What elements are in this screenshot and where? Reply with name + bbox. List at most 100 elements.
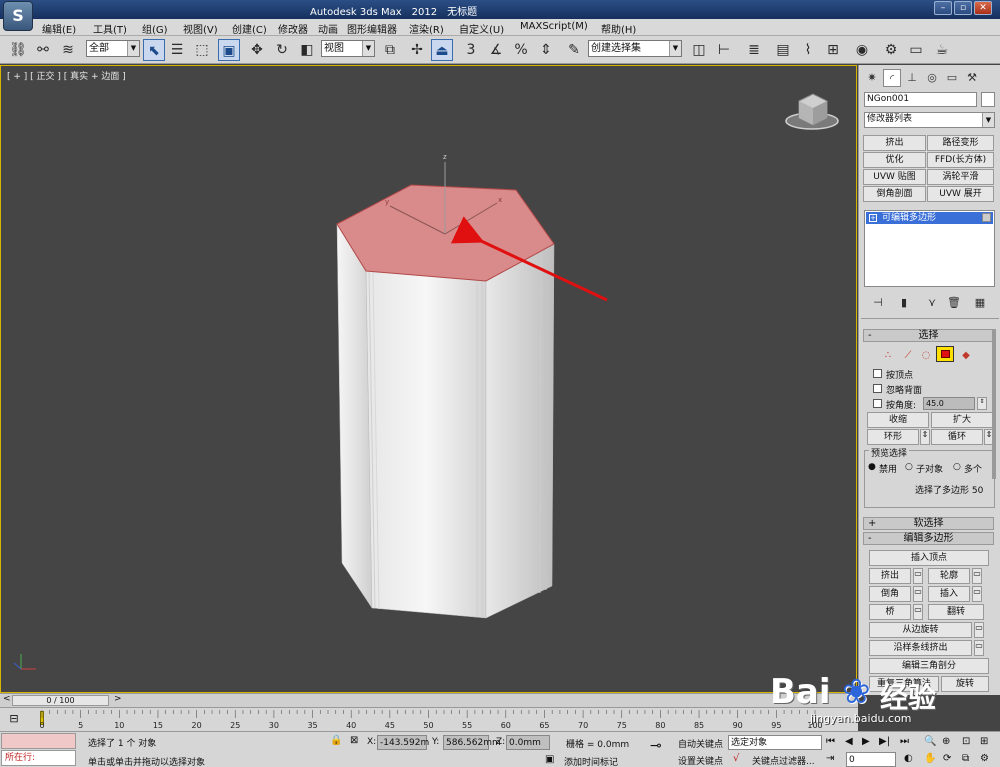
- schematic-view-icon[interactable]: ⊞: [822, 39, 844, 61]
- curve-editor-icon[interactable]: ⌇: [797, 39, 819, 61]
- remove-modifier-icon[interactable]: 🗑: [943, 292, 965, 314]
- mod-bevel-profile-button[interactable]: 倒角剖面: [863, 186, 926, 202]
- viewcube-icon[interactable]: [785, 93, 839, 130]
- current-frame-field[interactable]: 0: [846, 752, 896, 767]
- key-mode-icon[interactable]: ⇥: [826, 753, 834, 764]
- by-vertex-checkbox[interactable]: [873, 369, 882, 378]
- modifier-stack[interactable]: + 可编辑多边形: [864, 210, 995, 287]
- zoom-extents-all-icon[interactable]: ⊞: [980, 736, 988, 747]
- key-filters-button[interactable]: 关键点过滤器...: [752, 754, 815, 767]
- mod-turbosmooth-button[interactable]: 涡轮平滑: [927, 169, 994, 185]
- material-editor-icon[interactable]: ◉: [851, 39, 873, 61]
- polygon-mode-icon[interactable]: [936, 346, 954, 362]
- reference-coord-select[interactable]: 视图 ▼: [321, 40, 375, 57]
- selection-filter-select[interactable]: 全部 ▼: [86, 40, 140, 57]
- preview-off-radio[interactable]: ●: [868, 462, 876, 472]
- time-slider[interactable]: < 0 / 100 >: [0, 693, 858, 707]
- motion-tab-icon[interactable]: ◎: [923, 69, 941, 87]
- selected-object-select[interactable]: 选定对象: [728, 735, 822, 750]
- y-coordinate-field[interactable]: 586.562mm: [443, 735, 501, 750]
- angle-value-field[interactable]: 45.0: [923, 397, 975, 410]
- hierarchy-tab-icon[interactable]: ⊥: [903, 69, 921, 87]
- go-to-end-icon[interactable]: ⏭: [900, 736, 909, 747]
- mod-path-deform-button[interactable]: 路径变形: [927, 135, 994, 151]
- z-coordinate-field[interactable]: 0.0mm: [506, 735, 550, 750]
- mod-uvw-map-button[interactable]: UVW 贴图: [863, 169, 926, 185]
- mod-unwrap-uvw-button[interactable]: UVW 展开: [927, 186, 994, 202]
- pivot-center-icon[interactable]: ⧉: [379, 39, 401, 61]
- outline-button[interactable]: 轮廓: [928, 568, 970, 584]
- utilities-tab-icon[interactable]: ⚒: [963, 69, 981, 87]
- lock-selection-icon[interactable]: 🔒: [330, 735, 342, 746]
- object-name-field[interactable]: NGon001: [864, 92, 977, 107]
- bridge-settings-icon[interactable]: ▭: [913, 604, 923, 620]
- bind-space-warp-icon[interactable]: ≋: [57, 39, 79, 61]
- edit-named-selection-icon[interactable]: ✎: [563, 39, 585, 61]
- menu-customize[interactable]: 自定义(U): [459, 21, 504, 36]
- display-tab-icon[interactable]: ▭: [943, 69, 961, 87]
- maximize-viewport-icon[interactable]: ⧉: [962, 753, 969, 764]
- time-slider-thumb[interactable]: 0 / 100: [12, 695, 109, 706]
- outline-settings-icon[interactable]: ▭: [972, 568, 982, 584]
- selection-rollout-header[interactable]: - 选择: [863, 329, 994, 342]
- hinge-from-edge-button[interactable]: 从边旋转: [869, 622, 972, 638]
- ring-button[interactable]: 环形: [867, 429, 919, 445]
- zoom-all-icon[interactable]: ⊕: [942, 736, 950, 747]
- x-coordinate-field[interactable]: -143.592m: [377, 735, 429, 750]
- extrude-spline-settings-icon[interactable]: ▭: [974, 640, 984, 656]
- soft-selection-rollout-header[interactable]: + 软选择: [863, 517, 994, 530]
- insert-vertex-button[interactable]: 插入顶点: [869, 550, 989, 566]
- ring-spinner[interactable]: ⇕: [920, 429, 930, 445]
- perspective-viewport[interactable]: z y x [ + ] [ 正交 ] [ 真实 + 边面 ]: [0, 65, 857, 693]
- zoom-icon[interactable]: 🔍: [924, 736, 936, 747]
- spinner-snap-icon[interactable]: ⇕: [535, 39, 557, 61]
- track-bar[interactable]: ⊟ 0 5 10 15 20 25 30 35 40 45 50 55 60 65 70 75 80 85 90 95…: [0, 707, 858, 731]
- time-tag-icon[interactable]: ▣: [545, 754, 554, 765]
- settings-gear-icon[interactable]: ⚙: [980, 753, 989, 764]
- expand-icon[interactable]: +: [869, 214, 877, 222]
- orbit-icon[interactable]: ⟳: [943, 753, 951, 764]
- mod-optimize-button[interactable]: 优化: [863, 152, 926, 168]
- object-color-swatch[interactable]: [981, 92, 995, 107]
- menu-rendering[interactable]: 渲染(R): [409, 21, 444, 36]
- select-by-name-icon[interactable]: ☰: [166, 39, 188, 61]
- rendered-frame-window-icon[interactable]: ▭: [905, 39, 927, 61]
- add-time-tag-text[interactable]: 添加时间标记: [564, 755, 618, 767]
- configure-modifier-sets-icon[interactable]: ▦: [969, 292, 991, 314]
- make-unique-icon[interactable]: ⋎: [921, 292, 943, 314]
- window-crossing-icon[interactable]: ▣: [218, 39, 240, 61]
- menu-edit[interactable]: 编辑(E): [42, 21, 76, 36]
- flip-button[interactable]: 翻转: [928, 604, 984, 620]
- grow-button[interactable]: 扩大: [931, 412, 993, 428]
- rotate-icon[interactable]: ↻: [271, 39, 293, 61]
- prism-front-face[interactable]: [365, 270, 487, 619]
- inset-settings-icon[interactable]: ▭: [972, 586, 982, 602]
- render-production-icon[interactable]: ☕: [931, 39, 953, 61]
- angle-snap-icon[interactable]: ∡: [485, 39, 507, 61]
- keyboard-shortcut-override-icon[interactable]: ⏏: [431, 39, 453, 61]
- shrink-button[interactable]: 收缩: [867, 412, 929, 428]
- ignore-backfacing-checkbox[interactable]: [873, 384, 882, 393]
- named-selection-set-select[interactable]: 创建选择集 ▼: [588, 40, 682, 57]
- modifier-list-select[interactable]: 修改器列表 ▼: [864, 112, 995, 128]
- menu-animation[interactable]: 动画: [318, 21, 338, 36]
- modify-tab-icon[interactable]: ◜: [883, 69, 901, 87]
- scale-icon[interactable]: ◧: [296, 39, 318, 61]
- menu-help[interactable]: 帮助(H): [601, 21, 636, 36]
- graphite-ribbon-icon[interactable]: ▤: [772, 39, 794, 61]
- edit-polygons-rollout-header[interactable]: - 编辑多边形: [863, 532, 994, 545]
- angle-spinner[interactable]: ⇕: [977, 397, 987, 410]
- mod-extrude-button[interactable]: 挤出: [863, 135, 926, 151]
- percent-snap-icon[interactable]: %: [510, 39, 532, 61]
- menu-tools[interactable]: 工具(T): [93, 21, 127, 36]
- preview-multi-radio[interactable]: ○: [953, 462, 961, 472]
- menu-views[interactable]: 视图(V): [183, 21, 218, 36]
- viewport-scene[interactable]: z y x: [1, 66, 858, 694]
- previous-frame-icon[interactable]: ◀: [845, 736, 853, 747]
- play-icon[interactable]: ▶: [862, 736, 870, 747]
- menu-modifiers[interactable]: 修改器: [278, 21, 308, 36]
- set-key-button[interactable]: 设置关键点: [678, 754, 723, 767]
- stack-item-editable-poly[interactable]: + 可编辑多边形: [866, 212, 993, 224]
- stack-toggle-icon[interactable]: [982, 213, 991, 222]
- extrude-settings-icon[interactable]: ▭: [913, 568, 923, 584]
